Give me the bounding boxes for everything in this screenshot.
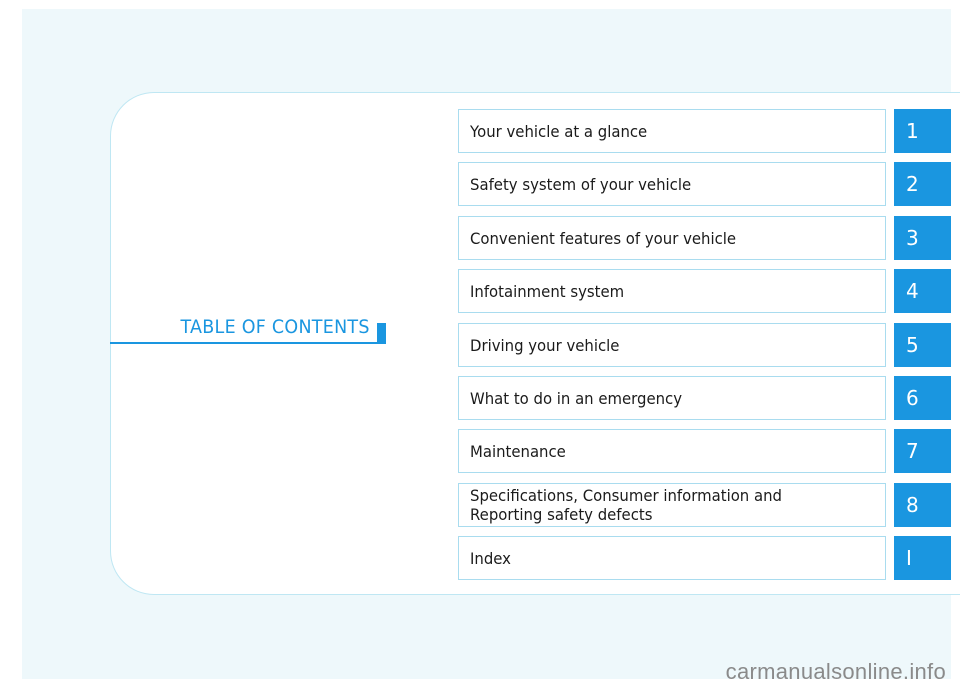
chapter-row-5[interactable]: Driving your vehicle 5 [458,323,951,367]
chapter-row-3[interactable]: Convenient features of your vehicle 3 [458,216,951,260]
chapter-number-tab[interactable]: 5 [894,323,951,367]
chapter-label[interactable]: Index [458,536,886,580]
chapter-label[interactable]: What to do in an emergency [458,376,886,420]
chapter-number-tab[interactable]: 7 [894,429,951,473]
chapter-label[interactable]: Safety system of your vehicle [458,162,886,206]
chapter-row-index[interactable]: Index I [458,536,951,580]
chapter-row-1[interactable]: Your vehicle at a glance 1 [458,109,951,153]
chapter-label[interactable]: Driving your vehicle [458,323,886,367]
chapter-number-tab[interactable]: 2 [894,162,951,206]
chapter-label[interactable]: Your vehicle at a glance [458,109,886,153]
toc-marker [377,323,386,344]
chapter-label[interactable]: Convenient features of your vehicle [458,216,886,260]
toc-underline [110,342,386,344]
chapter-number-tab[interactable]: 1 [894,109,951,153]
watermark: carmanualsonline.info [725,659,946,684]
chapter-row-2[interactable]: Safety system of your vehicle 2 [458,162,951,206]
chapter-number-tab[interactable]: 6 [894,376,951,420]
toc-title: TABLE OF CONTENTS [180,316,370,338]
chapter-label[interactable]: Specifications, Consumer information and… [458,483,886,527]
chapter-row-7[interactable]: Maintenance 7 [458,429,951,473]
chapter-number-tab[interactable]: 8 [894,483,951,527]
chapter-number-tab[interactable]: 3 [894,216,951,260]
toc-heading: TABLE OF CONTENTS [110,316,386,344]
chapter-row-6[interactable]: What to do in an emergency 6 [458,376,951,420]
chapter-label[interactable]: Infotainment system [458,269,886,313]
chapter-number-tab[interactable]: I [894,536,951,580]
chapter-row-4[interactable]: Infotainment system 4 [458,269,951,313]
chapter-row-8[interactable]: Specifications, Consumer information and… [458,483,951,527]
chapter-number-tab[interactable]: 4 [894,269,951,313]
chapter-label[interactable]: Maintenance [458,429,886,473]
